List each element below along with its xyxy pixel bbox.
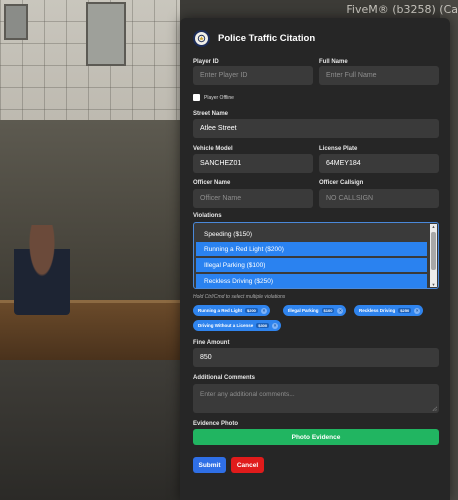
- police-seal-icon: [193, 29, 210, 47]
- citation-panel: Police Traffic Citation Player ID Enter …: [180, 18, 450, 500]
- violations-select[interactable]: Speeding ($150) Running a Red Light ($20…: [193, 222, 439, 289]
- violation-option-speeding[interactable]: Speeding ($150): [196, 227, 427, 241]
- player-offline-label: Player Offline: [204, 94, 234, 101]
- comments-placeholder: Enter any additional comments...: [200, 391, 295, 398]
- chip-price: $100: [321, 308, 335, 313]
- officer-callsign-input[interactable]: NO CALLSIGN: [319, 189, 439, 208]
- submit-button[interactable]: Submit: [193, 457, 226, 473]
- fine-amount-input[interactable]: 850: [193, 348, 439, 367]
- comments-label: Additional Comments: [193, 375, 256, 381]
- player-id-label: Player ID: [193, 59, 219, 65]
- officer-name-input[interactable]: Officer Name: [193, 189, 313, 208]
- street-name-input[interactable]: Atlee Street: [193, 119, 439, 138]
- page-title: Police Traffic Citation: [218, 32, 316, 44]
- chip-price: $300: [256, 323, 270, 328]
- full-name-label: Full Name: [319, 59, 348, 65]
- cancel-button[interactable]: Cancel: [231, 457, 264, 473]
- player-offline-checkbox[interactable]: [193, 94, 200, 101]
- violations-hint: Hold Ctrl/Cmd to select multiple violati…: [193, 294, 286, 300]
- player-offline-row: Player Offline: [193, 94, 234, 101]
- scroll-thumb[interactable]: [431, 232, 436, 270]
- scroll-up-icon[interactable]: ▲: [431, 224, 436, 229]
- violation-option-reckless-driving[interactable]: Reckless Driving ($250): [196, 274, 427, 288]
- chip-label: Reckless Driving: [359, 308, 396, 313]
- panel-header: Police Traffic Citation: [193, 27, 315, 49]
- license-plate-label: License Plate: [319, 146, 358, 152]
- officer-name-label: Officer Name: [193, 180, 231, 186]
- window-watermark: FiveM® (b3258) (Ca: [346, 3, 458, 16]
- chip-remove-icon[interactable]: ×: [272, 322, 279, 329]
- vehicle-model-label: Vehicle Model: [193, 146, 233, 152]
- violation-chip: Reckless Driving $250 ×: [354, 305, 424, 316]
- wall-window: [4, 4, 28, 40]
- fine-amount-label: Fine Amount: [193, 340, 230, 346]
- chip-price: $250: [398, 308, 412, 313]
- license-plate-input[interactable]: 64MEY184: [319, 154, 439, 173]
- violation-option-red-light[interactable]: Running a Red Light ($200): [196, 242, 427, 256]
- street-name-label: Street Name: [193, 111, 229, 117]
- evidence-photo-label: Evidence Photo: [193, 421, 239, 427]
- officer-callsign-label: Officer Callsign: [319, 180, 364, 186]
- chip-label: Driving Without a License: [198, 323, 254, 328]
- violations-label: Violations: [193, 213, 222, 219]
- wall-window-2: [86, 2, 126, 66]
- violation-chip: Driving Without a License $300 ×: [193, 320, 282, 331]
- player-id-input[interactable]: Enter Player ID: [193, 66, 313, 85]
- full-name-input[interactable]: Enter Full Name: [319, 66, 439, 85]
- violations-scrollbar[interactable]: ▲ ▼: [430, 224, 437, 287]
- chip-label: Running a Red Light: [198, 308, 242, 313]
- chip-price: $200: [245, 308, 258, 313]
- violation-chip: Illegal Parking $100 ×: [283, 305, 347, 316]
- officer-npc: [14, 225, 70, 315]
- chip-label: Illegal Parking: [288, 308, 319, 313]
- violation-option-illegal-parking[interactable]: Illegal Parking ($100): [196, 258, 427, 272]
- chip-remove-icon[interactable]: ×: [337, 307, 344, 314]
- scroll-down-icon[interactable]: ▼: [431, 282, 436, 287]
- chip-remove-icon[interactable]: ×: [260, 307, 267, 314]
- violation-chip: Running a Red Light $200 ×: [193, 305, 270, 316]
- comments-textarea[interactable]: Enter any additional comments...: [193, 384, 439, 413]
- resize-handle-icon[interactable]: [432, 406, 437, 411]
- photo-evidence-button[interactable]: Photo Evidence: [193, 429, 439, 445]
- chip-remove-icon[interactable]: ×: [414, 307, 421, 314]
- floor: [0, 360, 200, 500]
- vehicle-model-input[interactable]: SANCHEZ01: [193, 154, 313, 173]
